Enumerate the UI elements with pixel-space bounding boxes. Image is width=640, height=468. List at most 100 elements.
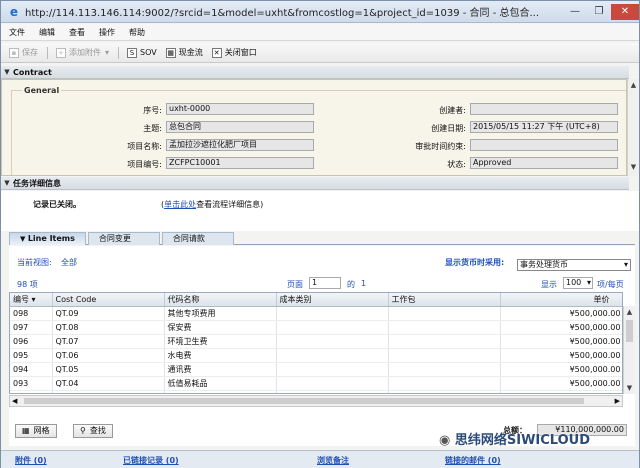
- table-cell: [276, 390, 389, 393]
- approval-time-field[interactable]: [470, 139, 618, 151]
- scroll-up-icon[interactable]: ▲: [624, 306, 635, 318]
- table-row[interactable]: 096 QT.07 环境卫生费 ¥500,000.00: [10, 334, 622, 349]
- browser-icon: e: [9, 4, 19, 19]
- subject-field[interactable]: 总包合同: [166, 121, 314, 133]
- currency-select[interactable]: 事务处理货币 ▾: [517, 259, 631, 271]
- maximize-button[interactable]: ❐: [587, 4, 611, 20]
- save-button[interactable]: ▪ 保存: [9, 47, 38, 58]
- sov-button[interactable]: S SOV: [127, 47, 157, 58]
- table-cell: QT.08: [52, 320, 165, 335]
- table-cell: 办公费: [164, 390, 277, 393]
- serial-field[interactable]: uxht-0000: [166, 103, 314, 115]
- table-cell: QT.04: [52, 376, 165, 391]
- table-cell: 低值易耗品: [164, 376, 277, 391]
- add-attachment-label: 添加附件: [69, 48, 101, 57]
- sov-label: SOV: [140, 48, 157, 57]
- toolbar-divider: [47, 46, 48, 59]
- grid-body: 098 QT.09 其他专项费用 ¥500,000.00 097 QT.08 保安费 ¥500…: [10, 306, 622, 393]
- page-input[interactable]: 1: [309, 277, 341, 289]
- column-header-cost-category[interactable]: 成本类别: [276, 293, 389, 307]
- status-field[interactable]: Approved: [470, 157, 618, 169]
- grid-hscrollbar[interactable]: ◀ ▶: [9, 395, 623, 407]
- column-header-cost-code[interactable]: Cost Code: [52, 293, 165, 307]
- grid-button[interactable]: ▦ 网格: [15, 424, 57, 438]
- column-header-number[interactable]: 编号 ▾: [10, 293, 53, 307]
- table-row[interactable]: 094 QT.05 通讯费 ¥500,000.00: [10, 362, 622, 377]
- grid-scrollbar[interactable]: ▲ ▼: [623, 306, 635, 394]
- scroll-right-icon[interactable]: ▶: [615, 396, 620, 406]
- grid-icon: ▦: [165, 47, 176, 58]
- close-window-label: 关闭窗口: [224, 48, 257, 57]
- close-window-button[interactable]: ✕: [611, 3, 639, 20]
- table-row[interactable]: 093 QT.04 低值易耗品 ¥500,000.00: [10, 376, 622, 391]
- tab-contract-changes[interactable]: 合同变更: [87, 232, 160, 245]
- tab-line-items[interactable]: ▼ Line Items: [9, 232, 86, 245]
- wechat-icon: ◉: [439, 433, 455, 448]
- scroll-up-icon[interactable]: ▲: [628, 79, 639, 91]
- add-attachment-button[interactable]: + 添加附件 ▾: [56, 47, 109, 58]
- menu-file[interactable]: 文件: [9, 27, 25, 38]
- item-count: 98 项: [17, 280, 38, 289]
- table-row[interactable]: 092QT.03办公费: [10, 390, 622, 393]
- table-cell: [276, 362, 389, 377]
- scroll-down-icon[interactable]: ▼: [628, 161, 639, 173]
- current-view-link[interactable]: 全部: [61, 257, 77, 268]
- minimize-button[interactable]: —: [563, 4, 587, 20]
- table-cell: 092: [10, 390, 53, 393]
- general-fieldset: General 序号: uxht-0000 主题: 总包合同 项目名称: 孟加拉…: [11, 86, 626, 175]
- table-cell: 通讯费: [164, 362, 277, 377]
- save-label: 保存: [22, 48, 38, 57]
- tab-contract-payments[interactable]: 合同请款: [161, 232, 234, 245]
- scroll-left-icon[interactable]: ◀: [12, 396, 17, 406]
- linked-mail-link[interactable]: 链接的邮件 (0): [445, 455, 501, 466]
- column-header-code-name[interactable]: 代码名称: [164, 293, 277, 307]
- table-row[interactable]: 095 QT.06 水电费 ¥500,000.00: [10, 348, 622, 363]
- contract-section-header[interactable]: ▼ Contract: [1, 66, 629, 79]
- attachments-link[interactable]: 附件 (0): [15, 455, 47, 466]
- scroll-thumb[interactable]: [626, 320, 633, 342]
- contract-panel: 合同 General 序号: uxht-0000 主题: 总包合同 项目名称: …: [1, 79, 627, 176]
- cashflow-label: 现金流: [178, 48, 203, 57]
- table-cell: 水电费: [164, 348, 277, 363]
- menu-edit[interactable]: 编辑: [39, 27, 55, 38]
- table-cell: 093: [10, 376, 53, 391]
- table-cell: [388, 306, 501, 321]
- table-cell: [388, 376, 501, 391]
- menu-help[interactable]: 帮助: [129, 27, 145, 38]
- task-panel: 记录已关闭。 (单击此处查看流程详细信息): [1, 191, 639, 231]
- scroll-track: [624, 320, 635, 382]
- project-name-field[interactable]: 孟加拉沙遮拉化肥厂项目: [166, 139, 314, 151]
- linked-records-link[interactable]: 已链接记录 (0): [123, 455, 179, 466]
- table-cell: 095: [10, 348, 53, 363]
- table-cell: ¥500,000.00: [500, 320, 622, 335]
- column-header-work-package[interactable]: 工作包: [388, 293, 501, 307]
- collapse-triangle-icon: ▼: [20, 235, 28, 243]
- table-cell: [388, 320, 501, 335]
- chevron-down-icon: ▾: [105, 48, 110, 57]
- column-header-unit-price[interactable]: 单价: [500, 293, 622, 307]
- subject-label: 主题:: [143, 124, 162, 133]
- menu-view[interactable]: 查看: [69, 27, 85, 38]
- creator-field[interactable]: [470, 103, 618, 115]
- cashflow-button[interactable]: ▦ 现金流: [165, 47, 203, 58]
- project-number-field[interactable]: ZCFPC10001: [166, 157, 314, 169]
- scroll-down-icon[interactable]: ▼: [624, 382, 635, 394]
- table-row[interactable]: 097 QT.08 保安费 ¥500,000.00: [10, 320, 622, 335]
- table-row[interactable]: 098 QT.09 其他专项费用 ¥500,000.00: [10, 306, 622, 321]
- table-cell: [500, 390, 622, 393]
- contract-scrollbar[interactable]: ▲ ▼: [627, 79, 639, 176]
- browse-notes-link[interactable]: 浏览备注: [317, 455, 349, 466]
- column-header-label: 编号: [13, 294, 29, 304]
- find-button[interactable]: ⚲ 查找: [73, 424, 113, 438]
- table-cell: [388, 334, 501, 349]
- scroll-thumb[interactable]: [24, 398, 584, 404]
- per-page-select[interactable]: 100 ▾: [563, 277, 593, 289]
- page-of-label: 的: [347, 280, 355, 289]
- table-cell: ¥500,000.00: [500, 306, 622, 321]
- created-date-field[interactable]: 2015/05/15 11:27 下午 (UTC+8): [470, 121, 618, 133]
- task-section-header[interactable]: ▼ 任务详细信息: [1, 177, 629, 190]
- page-label: 页面: [287, 280, 303, 289]
- click-here-link[interactable]: 单击此处: [164, 200, 196, 209]
- close-window-toolbar-button[interactable]: ✕ 关闭窗口: [211, 47, 257, 58]
- menu-actions[interactable]: 操作: [99, 27, 115, 38]
